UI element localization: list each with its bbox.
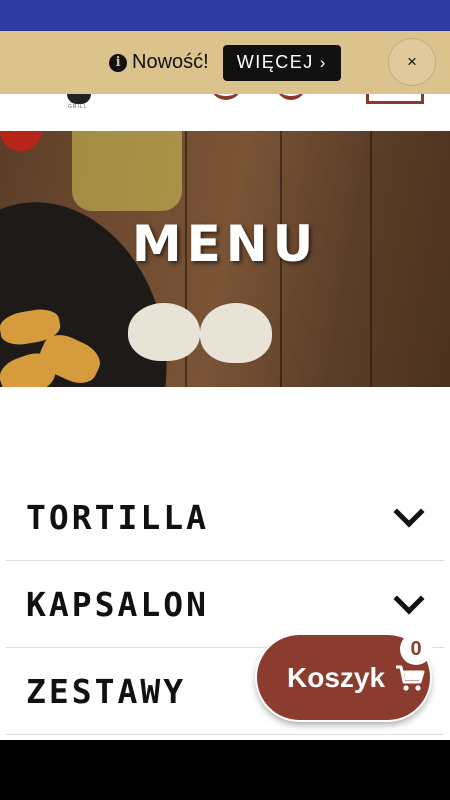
- chevron-down-icon: [393, 583, 425, 615]
- hero-banner: MENU: [0, 131, 450, 387]
- category-tortilla[interactable]: TORTILLA: [6, 474, 444, 561]
- more-button-label: WIĘCEJ: [236, 52, 314, 72]
- user-icon[interactable]: [276, 94, 306, 100]
- category-label: KAPSALON: [26, 584, 209, 624]
- logo-text: GRILL: [68, 104, 88, 110]
- chevron-down-icon: [393, 496, 425, 528]
- cart-count-badge: 0: [400, 633, 432, 665]
- system-status-bar: [0, 0, 450, 31]
- logo-mark: [67, 94, 91, 104]
- close-icon: ×: [407, 52, 417, 71]
- category-label: ZESTAWY: [26, 671, 187, 711]
- site-header: GRILL: [0, 94, 450, 131]
- category-label: TORTILLA: [26, 497, 209, 537]
- oil-bottle-image: [72, 131, 182, 211]
- announcement-text: Nowość!: [132, 51, 209, 73]
- menu-icon[interactable]: [366, 94, 424, 104]
- close-announcement-button[interactable]: ×: [388, 38, 436, 86]
- more-button[interactable]: WIĘCEJ ›: [222, 44, 341, 81]
- shopping-cart-icon: [396, 665, 425, 691]
- garlic-image: [128, 303, 200, 361]
- cart-label: Koszyk: [287, 661, 386, 693]
- info-icon: i: [109, 53, 128, 72]
- page-title: MENU: [131, 215, 319, 273]
- chat-icon[interactable]: [210, 94, 242, 100]
- system-navigation-bar: [0, 740, 450, 800]
- garlic-image: [200, 303, 272, 363]
- logo[interactable]: GRILL: [64, 94, 94, 114]
- chevron-right-icon: ›: [319, 52, 327, 72]
- announcement-bar: i Nowość! WIĘCEJ › ×: [0, 31, 450, 94]
- tomato-image: [0, 131, 42, 151]
